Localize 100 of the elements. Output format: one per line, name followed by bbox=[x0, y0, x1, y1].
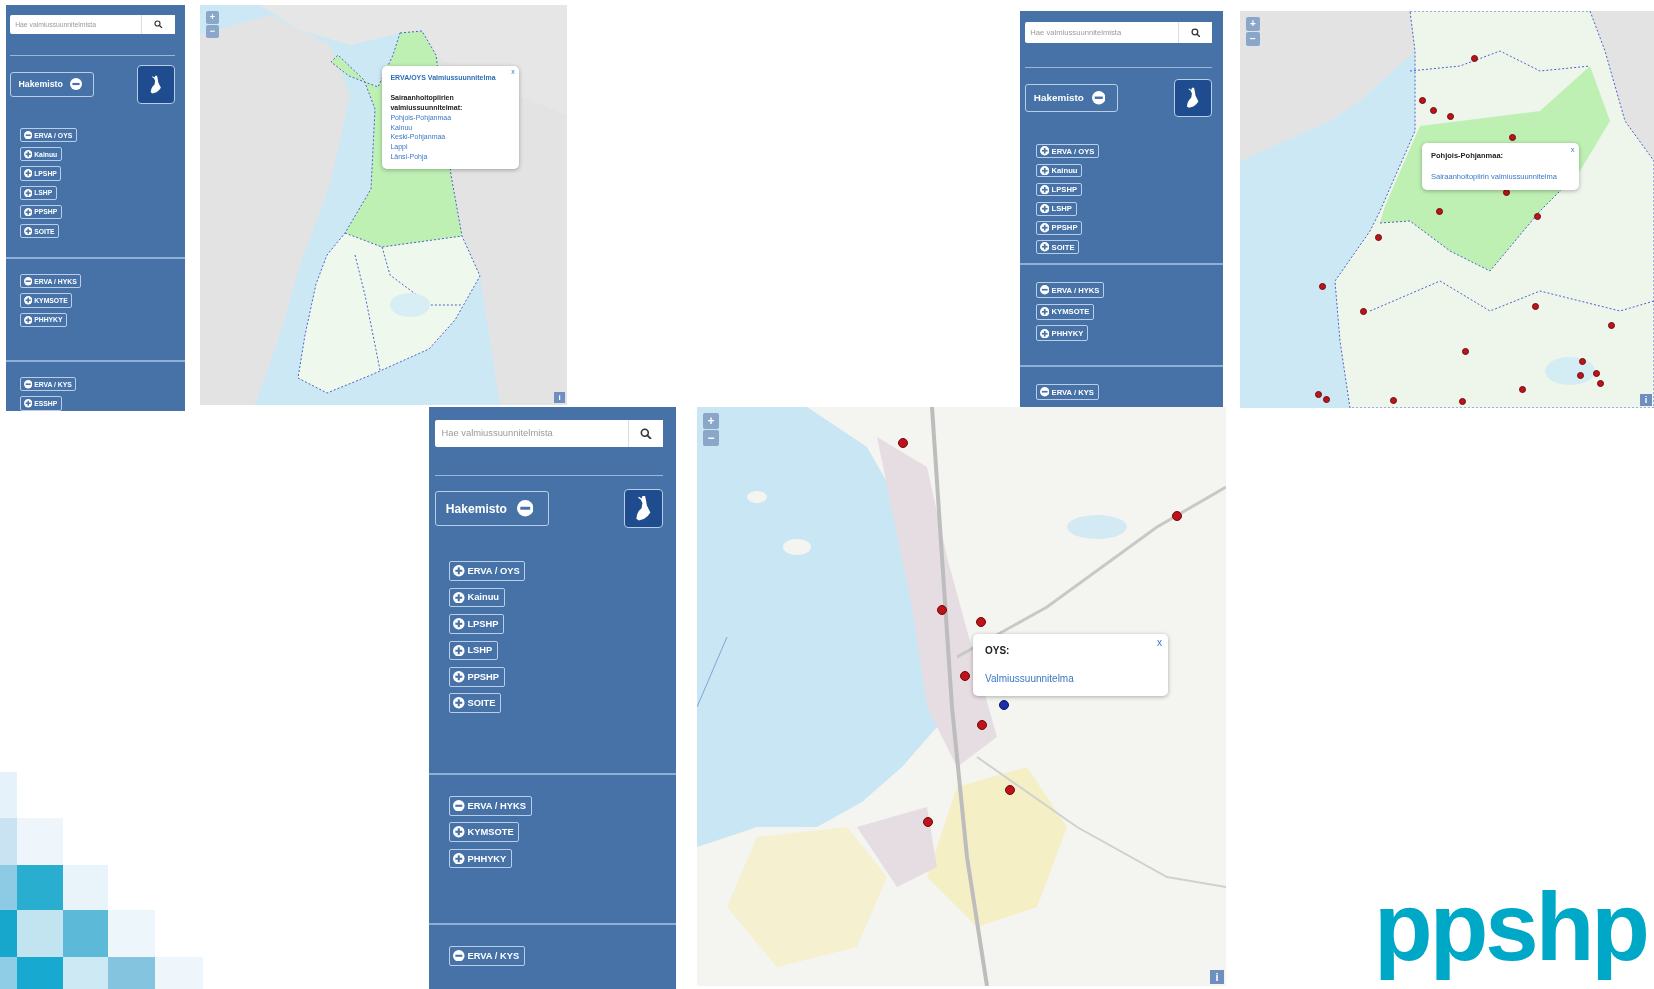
directory-item[interactable]: KYMSOTE bbox=[448, 822, 520, 842]
map-marker-icon[interactable] bbox=[1314, 390, 1322, 398]
map-marker-icon[interactable] bbox=[1429, 106, 1437, 114]
zoom-in-button[interactable]: + bbox=[206, 11, 219, 24]
map-marker-icon[interactable] bbox=[1359, 307, 1367, 315]
zoom-in-button[interactable]: + bbox=[703, 413, 719, 429]
plus-circle-icon bbox=[1039, 204, 1050, 214]
minus-circle-icon bbox=[453, 799, 465, 812]
search-button[interactable] bbox=[140, 14, 176, 34]
zoom-in-button[interactable]: + bbox=[1246, 17, 1260, 31]
map-marker-icon[interactable] bbox=[1172, 511, 1182, 521]
search-icon bbox=[1190, 27, 1201, 38]
plus-circle-icon bbox=[1039, 165, 1050, 176]
plus-circle-icon bbox=[453, 618, 465, 630]
plus-circle-icon bbox=[453, 565, 465, 577]
plus-circle-icon bbox=[23, 296, 33, 305]
search-icon bbox=[154, 20, 163, 29]
zoom-out-button[interactable]: − bbox=[1246, 32, 1260, 46]
directory-button[interactable]: Hakemisto bbox=[10, 71, 94, 98]
minus-circle-icon bbox=[23, 380, 33, 389]
info-button[interactable]: i bbox=[554, 392, 565, 403]
map-marker-icon[interactable] bbox=[1435, 207, 1443, 215]
plus-circle-icon bbox=[23, 227, 33, 236]
search-icon bbox=[640, 427, 652, 440]
finland-map-icon bbox=[1185, 87, 1201, 109]
map-marker-icon[interactable] bbox=[1531, 302, 1539, 310]
logo: ppshp bbox=[1374, 872, 1648, 982]
map-marker-icon[interactable] bbox=[923, 817, 933, 827]
minus-circle-icon bbox=[516, 500, 534, 517]
map-marker-icon[interactable] bbox=[1446, 112, 1454, 120]
search-button[interactable] bbox=[628, 420, 663, 447]
minus-circle-icon bbox=[453, 949, 465, 962]
plus-circle-icon bbox=[1039, 307, 1050, 317]
map-marker-icon[interactable] bbox=[1389, 396, 1397, 404]
map-marker-icon[interactable] bbox=[1578, 357, 1586, 365]
info-button[interactable]: i bbox=[1640, 394, 1652, 406]
finland-map-icon bbox=[634, 495, 653, 522]
zoom-out-button[interactable]: − bbox=[703, 430, 719, 446]
popup-heading: OYS: bbox=[985, 644, 1011, 658]
map-marker-icon[interactable] bbox=[1418, 96, 1426, 104]
map-marker-icon[interactable] bbox=[1592, 369, 1600, 377]
map-marker-icon[interactable] bbox=[1518, 385, 1526, 393]
search-button[interactable] bbox=[1177, 21, 1213, 44]
map-marker-icon[interactable] bbox=[898, 438, 908, 448]
plus-circle-icon bbox=[453, 852, 465, 865]
plus-circle-icon bbox=[23, 150, 33, 159]
popup-link[interactable]: Valmiussuunnitelma bbox=[985, 672, 1074, 687]
directory-item[interactable]: ERVA / KYS bbox=[448, 945, 525, 966]
minus-circle-icon bbox=[1039, 285, 1050, 295]
directory-item[interactable]: SOITE bbox=[448, 693, 502, 714]
plus-circle-icon bbox=[23, 399, 33, 408]
directory-item[interactable]: PHHYKY bbox=[448, 848, 513, 869]
plus-circle-icon bbox=[23, 169, 33, 178]
map-marker-icon[interactable] bbox=[1322, 395, 1330, 403]
map-marker-icon[interactable] bbox=[1318, 282, 1326, 290]
map-marker-icon[interactable] bbox=[1508, 133, 1516, 141]
minus-circle-icon bbox=[23, 130, 33, 140]
plus-circle-icon bbox=[453, 826, 465, 838]
map-marker-icon[interactable] bbox=[1005, 785, 1015, 795]
map-marker-icon[interactable] bbox=[1458, 397, 1466, 405]
finland-map-button[interactable] bbox=[136, 65, 176, 104]
plus-circle-icon bbox=[453, 697, 465, 709]
plus-circle-icon bbox=[453, 644, 465, 657]
minus-circle-icon bbox=[23, 277, 33, 286]
directory-button[interactable]: Hakemisto bbox=[435, 491, 549, 527]
zoom-out-button[interactable]: − bbox=[206, 25, 219, 38]
minus-circle-icon bbox=[1039, 387, 1050, 397]
map-marker-icon[interactable] bbox=[1607, 321, 1615, 329]
map-marker-icon[interactable] bbox=[1374, 233, 1382, 241]
map-marker-icon[interactable] bbox=[977, 720, 987, 730]
plus-circle-icon bbox=[453, 591, 465, 604]
directory-item[interactable]: PPSHP bbox=[448, 666, 505, 687]
map-marker-icon[interactable] bbox=[960, 671, 970, 681]
plus-circle-icon bbox=[23, 315, 33, 324]
map-marker-icon[interactable] bbox=[1461, 347, 1469, 355]
map-marker-icon[interactable] bbox=[999, 700, 1009, 710]
info-button[interactable]: i bbox=[1210, 970, 1224, 984]
plus-circle-icon bbox=[1039, 242, 1050, 252]
directory-button[interactable]: Hakemisto bbox=[1024, 83, 1119, 113]
directory-item[interactable]: LPSHP bbox=[448, 614, 505, 634]
map-marker-icon[interactable] bbox=[937, 605, 947, 615]
directory-item[interactable]: Kainuu bbox=[448, 587, 505, 608]
map-marker-icon[interactable] bbox=[1533, 212, 1541, 220]
directory-item[interactable]: ERVA / HYKS bbox=[448, 795, 532, 816]
search-field[interactable]: Hae valmiussuunnitelmista bbox=[435, 420, 629, 447]
plus-circle-icon bbox=[453, 671, 465, 683]
plus-circle-icon bbox=[23, 188, 33, 197]
directory-item[interactable]: LSHP bbox=[448, 640, 498, 661]
plus-circle-icon bbox=[1039, 328, 1050, 339]
map-marker-icon[interactable] bbox=[1596, 379, 1604, 387]
minus-circle-icon bbox=[1091, 91, 1106, 105]
plus-circle-icon bbox=[1039, 184, 1050, 195]
finland-map-icon bbox=[149, 74, 163, 95]
finland-map-button[interactable] bbox=[624, 489, 663, 528]
map-marker-icon[interactable] bbox=[976, 617, 986, 627]
map-marker-icon[interactable] bbox=[1470, 54, 1478, 62]
directory-item[interactable]: ERVA / OYS bbox=[448, 561, 526, 581]
map-marker-icon[interactable] bbox=[1576, 371, 1584, 379]
close-button[interactable]: x bbox=[1157, 637, 1162, 648]
finland-map-button[interactable] bbox=[1173, 78, 1213, 118]
